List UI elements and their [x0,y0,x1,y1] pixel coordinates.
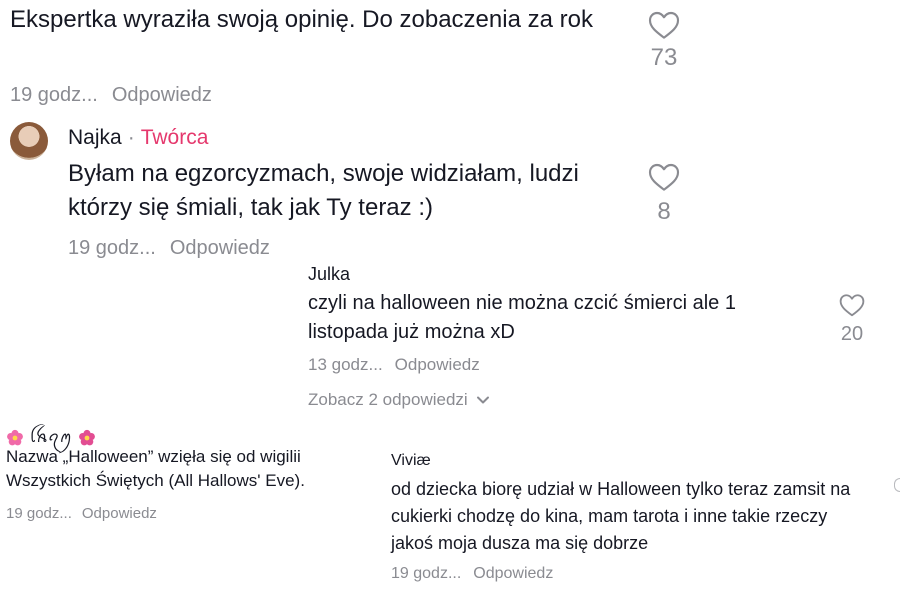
comment-time: 13 godz... [308,355,383,374]
username[interactable]: Najka [68,126,122,150]
view-replies-label: Zobacz 2 odpowiedzi [308,390,468,409]
comment-text: Ekspertka wyraziła swoją opinię. Do zoba… [10,6,593,33]
like-count: 20 [840,323,864,345]
comment-text: czyli na halloween nie można czcić śmier… [308,292,736,343]
username[interactable]: Viviæ [391,452,431,470]
comment-time: 19 godz... [10,84,98,106]
username[interactable]: Julka [308,264,350,285]
like-button[interactable] [839,293,865,317]
comment-time: 19 godz... [68,237,156,259]
like-count: 73 [650,44,678,71]
comment-time: 19 godz... [6,505,72,522]
partial-heart-icon [894,478,900,492]
creator-badge: Twórca [140,126,209,149]
separator: · [127,126,135,149]
comment-text: od dziecka biorę udział w Halloween tylk… [391,479,851,553]
like-button[interactable] [648,10,680,40]
like-button[interactable] [648,162,680,192]
reply-button[interactable]: Odpowiedz [170,237,270,260]
reply-button[interactable]: Odpowiedz [112,84,212,107]
avatar[interactable] [10,122,48,160]
heart-outline-icon [839,294,865,317]
reply-button[interactable]: Odpowiedz [395,355,480,375]
heart-outline-icon [648,11,680,39]
comment-text: Nazwa „Halloween” wzięła się od wigilii … [6,447,305,490]
chevron-down-icon [476,396,489,404]
reply-button[interactable]: Odpowiedz [82,505,157,522]
like-count: 8 [657,198,671,225]
heart-outline-icon [648,163,680,191]
view-replies-button[interactable]: Zobacz 2 odpowiedzi [308,390,490,410]
comment-text: Byłam na egzorcyzmach, swoje widziałam, … [68,160,579,221]
comment-time: 19 godz... [391,565,462,582]
reply-button[interactable]: Odpowiedz [473,565,553,583]
